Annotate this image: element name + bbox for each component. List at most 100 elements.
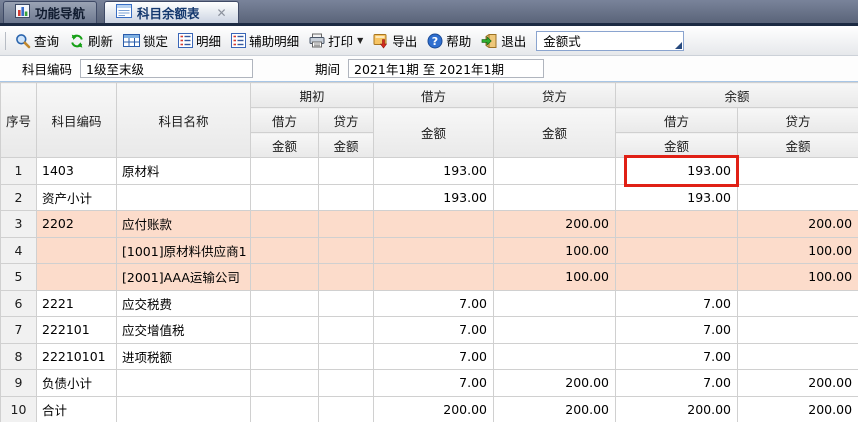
col-header-debit: 借方	[373, 82, 495, 108]
row-name: 原材料	[116, 157, 251, 185]
cell-balance-debit: 193.00	[615, 183, 739, 211]
col-header-opening: 期初	[249, 82, 375, 108]
col-header-balance-debit: 借方	[615, 107, 739, 133]
row-code: 2221	[36, 289, 117, 317]
search-icon	[15, 33, 31, 49]
table-row[interactable]: 7 222101 应交增值税 7.00 7.00	[0, 316, 858, 344]
cell-balance-debit	[615, 236, 739, 264]
tab-balance-table[interactable]: 科目余额表 ✕	[104, 1, 239, 23]
col-header-balance-credit: 贷方	[737, 107, 858, 133]
cell-opening-debit	[250, 316, 319, 344]
app-window: 功能导航 科目余额表 ✕ 查询 刷新 锁定 明细 辅助明细 打印 ▼ 导出 ? …	[0, 0, 858, 422]
table-row[interactable]: 4 [1001]原材料供应商1 100.00 100.00	[0, 236, 858, 264]
row-seq: 3	[0, 210, 37, 238]
tab-label: 功能导航	[35, 6, 86, 21]
row-code: 22210101	[36, 342, 117, 370]
cell-opening-credit	[317, 263, 375, 291]
col-header-opening-debit-amount: 金额	[250, 132, 319, 158]
cell-balance-credit: 100.00	[737, 236, 858, 264]
cell-credit: 100.00	[493, 263, 617, 291]
row-name	[116, 395, 251, 422]
row-name	[116, 183, 251, 211]
cell-credit	[493, 289, 617, 317]
tab-label: 科目余额表	[137, 6, 200, 21]
cell-credit: 200.00	[493, 395, 617, 422]
row-seq: 5	[0, 263, 37, 291]
table-row[interactable]: 5 [2001]AAA运输公司 100.00 100.00	[0, 263, 858, 291]
cell-credit	[493, 157, 617, 185]
cell-balance-credit	[737, 342, 858, 370]
table-row[interactable]: 8 22210101 进项税额 7.00 7.00	[0, 342, 858, 370]
cell-opening-debit	[250, 369, 319, 397]
col-header-opening-credit: 贷方	[317, 107, 375, 133]
cell-opening-credit	[317, 395, 375, 422]
close-icon[interactable]: ✕	[217, 6, 227, 20]
toolbar: 查询 刷新 锁定 明细 辅助明细 打印 ▼ 导出 ? 帮助 退出 金额式	[0, 26, 858, 56]
row-name: 应付账款	[116, 210, 251, 238]
cell-balance-credit	[737, 289, 858, 317]
cell-debit: 7.00	[373, 342, 495, 370]
button-label: 查询	[34, 34, 60, 49]
col-header-name: 科目名称	[116, 82, 251, 158]
button-label: 明细	[196, 34, 222, 49]
cell-opening-debit	[250, 183, 319, 211]
col-header-credit-amount: 金额	[493, 107, 617, 158]
printer-icon	[309, 33, 325, 48]
cell-opening-credit	[317, 236, 375, 264]
period-label: 期间	[315, 62, 341, 77]
cell-balance-credit	[737, 316, 858, 344]
exit-button[interactable]: 退出	[479, 29, 528, 52]
aux-detail-button[interactable]: 辅助明细	[229, 29, 301, 52]
row-code: 资产小计	[36, 183, 117, 211]
tab-function-nav[interactable]: 功能导航	[3, 1, 98, 23]
button-label: 锁定	[143, 34, 169, 49]
cell-opening-credit	[317, 342, 375, 370]
cell-balance-debit: 7.00	[615, 289, 739, 317]
table-row[interactable]: 3 2202 应付账款 200.00 200.00	[0, 210, 858, 238]
detail-button[interactable]: 明细	[176, 29, 223, 52]
cell-balance-debit: 7.00	[615, 342, 739, 370]
button-label: 辅助明细	[249, 34, 300, 49]
export-icon	[373, 33, 389, 49]
col-header-opening-debit: 借方	[250, 107, 319, 133]
cell-opening-debit	[250, 395, 319, 422]
col-header-balance-debit-amount: 金额	[615, 132, 739, 158]
row-code	[36, 236, 117, 264]
table-row[interactable]: 2 资产小计 193.00 193.00	[0, 183, 858, 211]
cell-balance-credit: 200.00	[737, 369, 858, 397]
cell-debit: 7.00	[373, 369, 495, 397]
col-header-opening-credit-amount: 金额	[317, 132, 375, 158]
exit-icon	[481, 33, 498, 49]
cell-opening-credit	[317, 183, 375, 211]
row-code: 负债小计	[36, 369, 117, 397]
row-name: [2001]AAA运输公司	[116, 263, 251, 291]
cell-debit	[373, 263, 495, 291]
cell-credit	[493, 342, 617, 370]
col-header-debit-amount: 金额	[373, 107, 495, 158]
period-input[interactable]: 2021年1期 至 2021年1期	[348, 59, 545, 78]
cell-opening-credit	[317, 289, 375, 317]
table-row[interactable]: 6 2221 应交税费 7.00 7.00	[0, 289, 858, 317]
print-button[interactable]: 打印 ▼	[307, 29, 365, 52]
export-button[interactable]: 导出	[371, 29, 419, 52]
cell-balance-credit: 200.00	[737, 395, 858, 422]
account-code-input[interactable]: 1级至末级	[80, 59, 254, 78]
refresh-button[interactable]: 刷新	[67, 29, 115, 52]
help-button[interactable]: ? 帮助	[425, 29, 473, 52]
cell-opening-debit	[250, 289, 319, 317]
view-mode-select[interactable]: 金额式	[536, 30, 685, 51]
cell-opening-credit	[317, 210, 375, 238]
col-header-credit: 贷方	[493, 82, 617, 108]
account-code-label: 科目编码	[22, 62, 73, 77]
cell-credit: 100.00	[493, 236, 617, 264]
table-row[interactable]: 10 合计 200.00 200.00 200.00 200.00	[0, 395, 858, 422]
button-label: 退出	[501, 34, 527, 49]
row-code: 2202	[36, 210, 117, 238]
cell-balance-debit: 193.00	[615, 157, 739, 185]
cell-credit	[493, 183, 617, 211]
table-row[interactable]: 9 负债小计 7.00 200.00 7.00 200.00	[0, 369, 858, 397]
query-button[interactable]: 查询	[13, 29, 61, 52]
button-label: 帮助	[446, 34, 472, 49]
lock-button[interactable]: 锁定	[121, 29, 170, 52]
table-row[interactable]: 1 1403 原材料 193.00 193.00	[0, 157, 858, 185]
